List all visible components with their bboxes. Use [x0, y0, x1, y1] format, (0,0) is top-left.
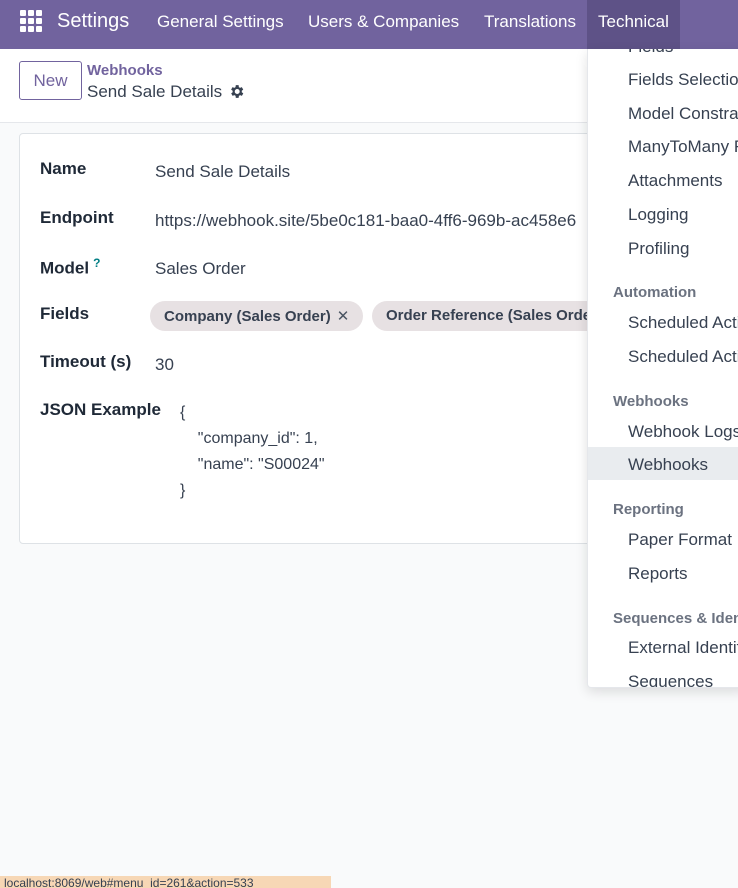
nav-translations[interactable]: Translations	[484, 12, 576, 32]
name-label: Name	[40, 159, 87, 178]
remove-tag-icon[interactable]: ✕	[337, 308, 350, 325]
nav-general-settings[interactable]: General Settings	[157, 12, 284, 32]
technical-dropdown-menu: Fields Fields Selection Model Constraint…	[587, 49, 738, 688]
field-tag: Order Reference (Sales Order)	[372, 301, 616, 331]
model-label: Model?	[40, 256, 100, 279]
name-field[interactable]: Send Sale Details	[155, 162, 290, 182]
json-line: "name": "S00024"	[180, 456, 325, 473]
json-example-label: JSON Example	[40, 400, 161, 419]
menu-item-external-identifiers[interactable]: External Identifiers	[628, 638, 738, 658]
fields-label: Fields	[40, 304, 90, 323]
menu-item-sequences[interactable]: Sequences	[628, 672, 713, 687]
json-line: }	[180, 482, 186, 499]
timeout-field[interactable]: 30	[155, 355, 174, 375]
menu-item-scheduled-actions-triggers[interactable]: Scheduled Actions Triggers	[628, 347, 738, 367]
top-navbar: Settings General Settings Users & Compan…	[0, 0, 738, 49]
url-status-bar: localhost:8069/web#menu_id=261&action=53…	[0, 876, 331, 888]
breadcrumb-parent-link[interactable]: Webhooks	[87, 62, 163, 79]
timeout-label: Timeout (s)	[40, 352, 132, 371]
json-example-value: { "company_id": 1, "name": "S00024"}	[180, 400, 325, 504]
field-tag-label: Company (Sales Order)	[164, 308, 331, 325]
nav-technical-label: Technical	[598, 12, 669, 31]
model-label-text: Model	[40, 258, 90, 278]
json-line: "company_id": 1,	[180, 430, 318, 447]
gear-icon[interactable]	[228, 83, 245, 100]
app-title[interactable]: Settings	[57, 10, 129, 33]
endpoint-field[interactable]: https://webhook.site/5be0c181-baa0-4ff6-…	[155, 211, 576, 231]
new-button[interactable]: New	[19, 61, 82, 100]
apps-grid-icon[interactable]	[20, 10, 42, 32]
menu-item-fields-selection[interactable]: Fields Selection	[628, 70, 738, 90]
menu-item-fields[interactable]: Fields	[628, 49, 673, 57]
menu-section-reporting: Reporting	[613, 501, 684, 518]
breadcrumb-current: Send Sale Details	[87, 82, 223, 101]
menu-item-logging[interactable]: Logging	[628, 205, 689, 225]
nav-users-companies[interactable]: Users & Companies	[308, 12, 459, 32]
menu-item-many2many[interactable]: ManyToMany Relations	[628, 137, 738, 157]
help-tooltip-icon[interactable]: ?	[93, 256, 100, 270]
menu-section-webhooks: Webhooks	[613, 393, 689, 410]
field-tag-label: Order Reference (Sales Order)	[386, 307, 602, 324]
menu-item-webhook-logs[interactable]: Webhook Logs	[628, 422, 738, 442]
menu-item-reports[interactable]: Reports	[628, 564, 688, 584]
menu-item-scheduled-actions[interactable]: Scheduled Actions	[628, 313, 738, 333]
menu-item-webhooks[interactable]: Webhooks	[628, 455, 708, 475]
menu-item-profiling[interactable]: Profiling	[628, 239, 689, 259]
model-field[interactable]: Sales Order	[155, 259, 246, 279]
menu-item-model-constraints[interactable]: Model Constraints	[628, 104, 738, 124]
menu-item-paper-format[interactable]: Paper Format	[628, 530, 732, 550]
menu-section-sequences: Sequences & Identifiers	[613, 610, 738, 627]
menu-section-automation: Automation	[613, 284, 697, 301]
menu-item-attachments[interactable]: Attachments	[628, 171, 723, 191]
form-sheet: Name Send Sale Details Endpoint https://…	[19, 133, 619, 544]
nav-technical[interactable]: Technical	[587, 0, 680, 49]
endpoint-label: Endpoint	[40, 208, 114, 227]
field-tag: Company (Sales Order) ✕	[150, 301, 364, 331]
json-line: {	[180, 404, 186, 421]
